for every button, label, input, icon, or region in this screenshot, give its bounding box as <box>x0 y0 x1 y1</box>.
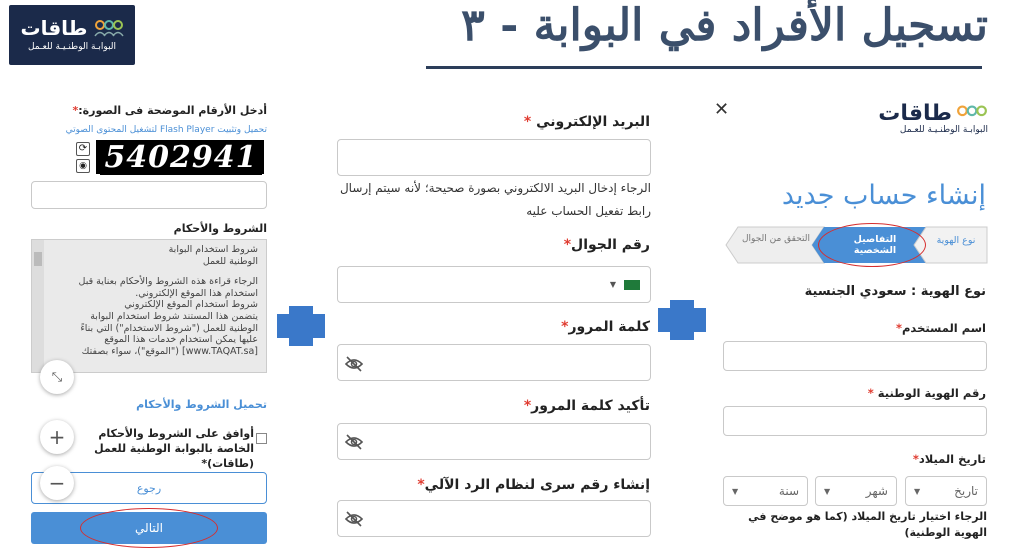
dob-month-value: شهر <box>865 484 888 498</box>
password-label: كلمة المرور* <box>561 319 650 335</box>
dob-day-value: تاريخ <box>954 484 978 498</box>
terms-line: يتضمن هذا المستند شروط استخدام البوابة <box>90 310 258 322</box>
download-terms-link[interactable]: تحميل الشروط والأحكام <box>136 398 267 411</box>
audio-captcha-icon[interactable]: ◉ <box>76 158 90 173</box>
email-input[interactable] <box>337 139 651 176</box>
annotation-circle-next <box>80 508 218 548</box>
zoom-in-button[interactable]: + <box>40 420 74 454</box>
terms-line: شروط استخدام البوابة <box>168 244 258 255</box>
people-icon <box>957 105 987 117</box>
email-hint: الرجاء إدخال البريد الالكتروني بصورة صحي… <box>339 181 651 218</box>
refresh-captcha-icon[interactable]: ⟳ <box>76 141 90 156</box>
caret-down-icon: ▼ <box>732 486 739 496</box>
dob-year-select[interactable]: سنة ▼ <box>723 476 808 506</box>
taqat-logo-header: طاقات البوابـة الوطنـيـة للعـمل <box>9 5 135 65</box>
captcha-area: ⟳ ◉ 5402941 <box>76 138 266 176</box>
plus-shape-left <box>277 306 325 346</box>
terms-line: الوطنية للعمل ("شروط الاستخدام") التي بن… <box>80 322 258 334</box>
dob-hint: الرجاء اختيار تاريخ الميلاد (كما هو موضح… <box>748 510 987 539</box>
captcha-image: 5402941 <box>96 139 266 175</box>
ivr-pin-label: إنشاء رقم سرى لنظام الرد الآلي* <box>417 477 650 493</box>
eye-slash-icon[interactable] <box>344 511 364 527</box>
caret-down-icon: ▼ <box>914 486 921 496</box>
dob-year-value: سنة <box>778 484 799 498</box>
page-title: تسجيل الأفراد في البوابة - ٣ <box>461 0 988 51</box>
terms-line: [www.TAQAT.sa] ("الموقع")، سواء بصفتك <box>81 345 258 357</box>
plus-shape-right <box>658 300 706 340</box>
confirm-password-input[interactable] <box>337 423 651 460</box>
terms-line: استخدام هذا الموقع الإلكتروني. <box>135 287 258 299</box>
eye-slash-icon[interactable] <box>344 356 364 372</box>
exit-fullscreen-button[interactable]: ⤡ <box>40 360 74 394</box>
title-underline <box>426 66 982 69</box>
terms-label: الشروط والأحكام <box>173 222 267 235</box>
logo-subtitle: البوابـة الوطنـيـة للعـمل <box>27 42 117 52</box>
flash-player-link[interactable]: تحميل وتثبيت Flash Player لتشغيل المحتوى… <box>66 125 267 135</box>
mobile-label: رقم الجوال* <box>563 237 650 253</box>
zoom-out-button[interactable]: − <box>40 466 74 500</box>
dob-day-select[interactable]: تاريخ ▼ <box>905 476 987 506</box>
create-account-title: إنشاء حساب جديد <box>781 180 986 211</box>
id-type-text: نوع الهوية : سعودي الجنسية <box>804 284 986 299</box>
captcha-input[interactable] <box>31 181 267 209</box>
step-verify-mobile[interactable]: التحقق من الجوال <box>740 234 812 244</box>
terms-line: الوطنية للعمل <box>202 255 258 267</box>
national-id-label: رقم الهوية الوطنية * <box>867 386 986 400</box>
password-input[interactable] <box>337 344 651 381</box>
caret-down-icon[interactable]: ▼ <box>610 280 616 289</box>
terms-scrollbar[interactable] <box>32 240 44 372</box>
ivr-pin-input[interactable] <box>337 500 651 537</box>
taqat-logo-form: طاقات البوابـة الوطنـيـة للعـمل <box>862 103 988 145</box>
terms-textarea[interactable]: شروط استخدام البوابة الوطنية للعمل الرجا… <box>31 239 267 373</box>
eye-slash-icon[interactable] <box>344 434 364 450</box>
dob-month-select[interactable]: شهر ▼ <box>815 476 897 506</box>
terms-line: شروط استخدام الموقع الإلكتروني <box>124 299 258 311</box>
mobile-input[interactable]: ▼ <box>337 266 651 303</box>
dob-label: تاريخ الميلاد* <box>912 452 986 466</box>
annotation-circle-step <box>818 223 926 267</box>
logo-subtitle: البوابـة الوطنـيـة للعـمل <box>899 125 988 135</box>
logo-brand: طاقات <box>20 16 88 40</box>
national-id-input[interactable] <box>723 406 987 436</box>
email-label: البريد الإلكتروني * <box>523 114 650 130</box>
caret-down-icon: ▼ <box>824 486 831 496</box>
logo-brand: طاقات <box>878 101 952 126</box>
saudi-flag-icon[interactable] <box>624 279 640 290</box>
people-icon <box>93 20 124 37</box>
step-id-type[interactable]: نوع الهوية <box>930 235 982 246</box>
terms-line <box>48 267 258 276</box>
captcha-label: أدخل الأرقام الموضحة فى الصورة:* <box>72 104 267 117</box>
close-icon[interactable]: ✕ <box>714 99 729 120</box>
username-label: اسم المستخدم* <box>895 321 986 335</box>
confirm-password-label: تأكيد كلمة المرور* <box>523 398 650 414</box>
terms-line: عليها يمكن استخدام خدمات هذا الموقع <box>104 334 258 346</box>
username-input[interactable] <box>723 341 987 371</box>
captcha-digits: 5402941 <box>100 139 262 175</box>
terms-line: الرجاء قراءة هذه الشروط والأحكام بعناية … <box>78 276 258 288</box>
agree-text: أوافق على الشروط والأحكام الخاصة بالبواب… <box>94 427 254 470</box>
agree-checkbox[interactable] <box>256 433 267 444</box>
